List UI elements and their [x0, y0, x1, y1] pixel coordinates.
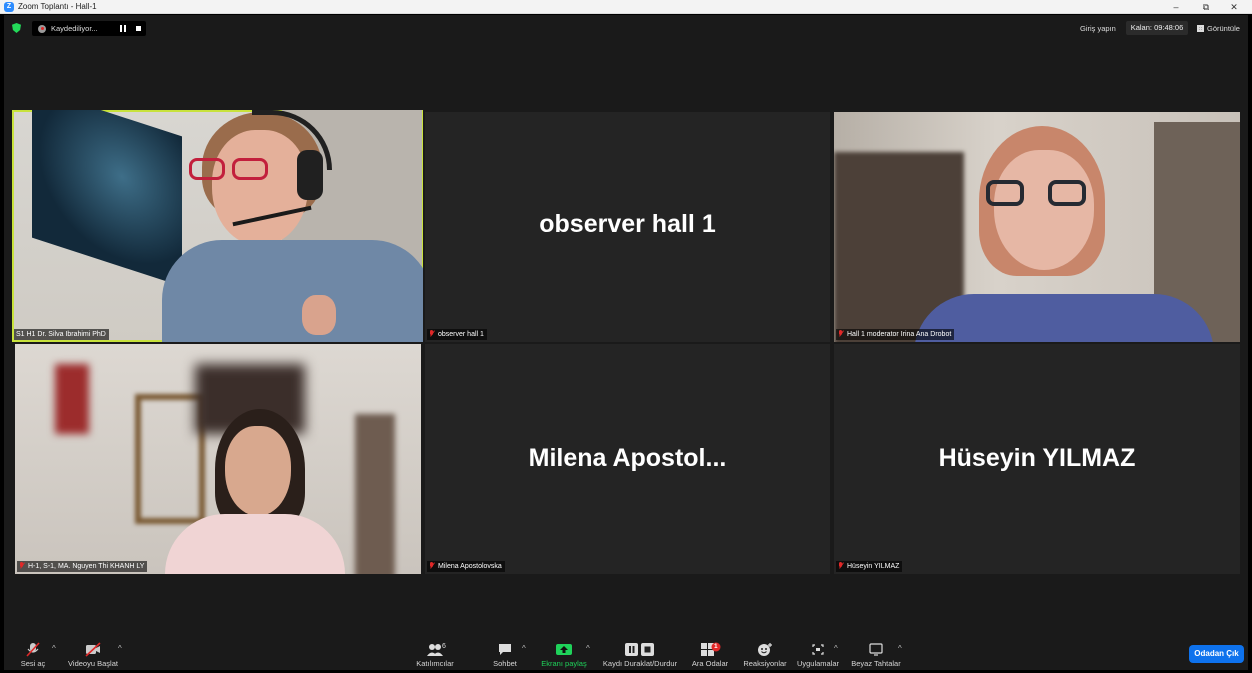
encryption-shield-icon[interactable]	[12, 23, 21, 33]
chat-button[interactable]: Sohbet	[490, 640, 520, 668]
participant-shirt	[914, 294, 1214, 342]
meeting-window: Kaydediliyor... Giriş yapın Kalan: 09:48…	[4, 15, 1248, 670]
audio-options-caret[interactable]: ^	[52, 644, 56, 653]
remaining-time: Kalan: 09:48:06	[1126, 21, 1188, 35]
glasses	[1048, 180, 1086, 206]
mic-muted-icon	[429, 330, 435, 337]
reactions-button[interactable]: Reaksiyonlar	[742, 640, 788, 668]
participant-name-label: S1 H1 Dr. Silva Ibrahimi PhD	[14, 329, 109, 340]
mic-muted-icon	[26, 642, 40, 657]
participant-shirt	[162, 240, 423, 342]
recording-indicator: Kaydediliyor...	[32, 21, 146, 36]
unmute-button[interactable]: Sesi aç	[18, 640, 48, 668]
participant-hand	[302, 295, 336, 335]
meeting-toolbar: Sesi aç ^ Videoyu Başlat ^ 6 Katılımcıla…	[4, 640, 1248, 670]
reactions-label: Reaksiyonlar	[743, 659, 787, 668]
video-off-icon	[85, 642, 101, 657]
participant-display-name: Hüseyin YILMAZ	[938, 444, 1136, 472]
leave-room-button[interactable]: Odadan Çık	[1189, 645, 1244, 663]
participant-tile-irina[interactable]: Hall 1 moderator Irina Ana Drobot	[834, 112, 1240, 342]
background-door	[355, 414, 395, 574]
grid-view-icon	[1197, 25, 1204, 32]
whiteboards-button[interactable]: Beyaz Tahtalar	[850, 640, 902, 668]
breakout-badge: 1	[714, 643, 718, 650]
share-options-caret[interactable]: ^	[586, 644, 590, 653]
whiteboards-label: Beyaz Tahtalar	[851, 659, 901, 668]
apps-options-caret[interactable]: ^	[834, 644, 838, 653]
breakout-rooms-icon: 1	[699, 642, 721, 657]
participant-name-label: Hüseyin YILMAZ	[836, 561, 903, 572]
chat-label: Sohbet	[493, 659, 517, 668]
share-screen-icon	[556, 644, 572, 655]
participant-name-label: observer hall 1	[427, 329, 487, 340]
close-button[interactable]: ✕	[1222, 0, 1246, 14]
apps-label: Uygulamalar	[796, 659, 840, 668]
participant-face	[225, 426, 291, 516]
chat-options-caret[interactable]: ^	[522, 644, 526, 653]
pause-stop-recording-icon	[625, 643, 654, 656]
participant-tile-khanh-ly[interactable]: H-1, S-1, MA. Nguyen Thi KHANH LY	[15, 344, 421, 574]
participants-count: 6	[442, 643, 446, 650]
recording-status: Kaydediliyor...	[51, 24, 98, 33]
emoji-plus-icon	[758, 643, 772, 656]
view-label: Görüntüle	[1207, 24, 1240, 33]
participant-tile-observer[interactable]: observer hall 1 observer hall 1	[425, 112, 830, 342]
participant-name-label: Hall 1 moderator Irina Ana Drobot	[836, 329, 955, 340]
meeting-topbar: Kaydediliyor... Giriş yapın Kalan: 09:48…	[4, 15, 1248, 41]
mic-muted-icon	[838, 562, 844, 569]
participant-name: S1 H1 Dr. Silva Ibrahimi PhD	[16, 331, 106, 338]
glasses	[986, 180, 1024, 206]
participant-name-label: Milena Apostolovska	[427, 561, 505, 572]
whiteboard-options-caret[interactable]: ^	[898, 644, 902, 653]
recording-dot-icon	[38, 24, 46, 33]
glasses	[189, 158, 225, 180]
participant-shirt	[165, 514, 345, 574]
recording-control-label: Kaydı Duraklat/Durdur	[602, 659, 678, 668]
share-screen-button[interactable]: Ekranı paylaş	[540, 640, 588, 668]
participants-label: Katılımcılar	[416, 659, 454, 668]
participant-name: Hall 1 moderator Irina Ana Drobot	[847, 331, 952, 338]
mic-muted-icon	[429, 562, 435, 569]
participants-button[interactable]: 6 Katılımcılar	[410, 640, 460, 668]
chat-icon	[499, 644, 511, 655]
headset-earcup	[297, 150, 323, 200]
window-titlebar: Z Zoom Toplantı - Hall-1 – ⧉ ✕	[0, 0, 1252, 14]
view-button[interactable]: Görüntüle	[1197, 24, 1240, 33]
background-object	[55, 364, 89, 434]
participant-tile-milena[interactable]: Milena Apostol... Milena Apostolovska	[425, 344, 830, 574]
video-options-caret[interactable]: ^	[118, 644, 122, 653]
start-video-button[interactable]: Videoyu Başlat	[66, 640, 120, 668]
whiteboard-icon	[869, 643, 883, 656]
stop-recording-icon[interactable]	[136, 26, 141, 31]
unmute-label: Sesi aç	[20, 659, 46, 668]
participant-name: H-1, S-1, MA. Nguyen Thi KHANH LY	[28, 563, 145, 570]
participant-name: Milena Apostolovska	[438, 563, 502, 570]
participant-display-name: observer hall 1	[539, 210, 716, 238]
mic-muted-icon	[838, 330, 844, 337]
apps-icon	[812, 644, 824, 655]
start-video-label: Videoyu Başlat	[68, 659, 118, 668]
participant-name: observer hall 1	[438, 331, 484, 338]
breakout-rooms-button[interactable]: 1 Ara Odalar	[690, 640, 730, 668]
participant-face	[994, 150, 1094, 270]
window-title: Zoom Toplantı - Hall-1	[18, 2, 97, 11]
pause-recording-icon[interactable]	[120, 25, 126, 32]
participant-display-name: Milena Apostol...	[528, 444, 727, 472]
participant-tile-huseyin[interactable]: Hüseyin YILMAZ Hüseyin YILMAZ	[834, 344, 1240, 574]
recording-control-button[interactable]: Kaydı Duraklat/Durdur	[600, 640, 680, 668]
share-screen-label: Ekranı paylaş	[541, 659, 587, 668]
breakout-rooms-label: Ara Odalar	[691, 659, 729, 668]
participants-icon: 6	[420, 642, 450, 657]
participant-name: Hüseyin YILMAZ	[847, 563, 900, 570]
mic-muted-icon	[19, 562, 25, 569]
zoom-logo-icon: Z	[4, 2, 14, 12]
minimize-button[interactable]: –	[1164, 0, 1188, 14]
restore-button[interactable]: ⧉	[1194, 0, 1218, 14]
sign-in-link[interactable]: Giriş yapın	[1080, 24, 1116, 33]
background-painting	[32, 110, 182, 287]
participant-tile-silva[interactable]: S1 H1 Dr. Silva Ibrahimi PhD	[12, 110, 423, 342]
participant-name-label: H-1, S-1, MA. Nguyen Thi KHANH LY	[17, 561, 148, 572]
